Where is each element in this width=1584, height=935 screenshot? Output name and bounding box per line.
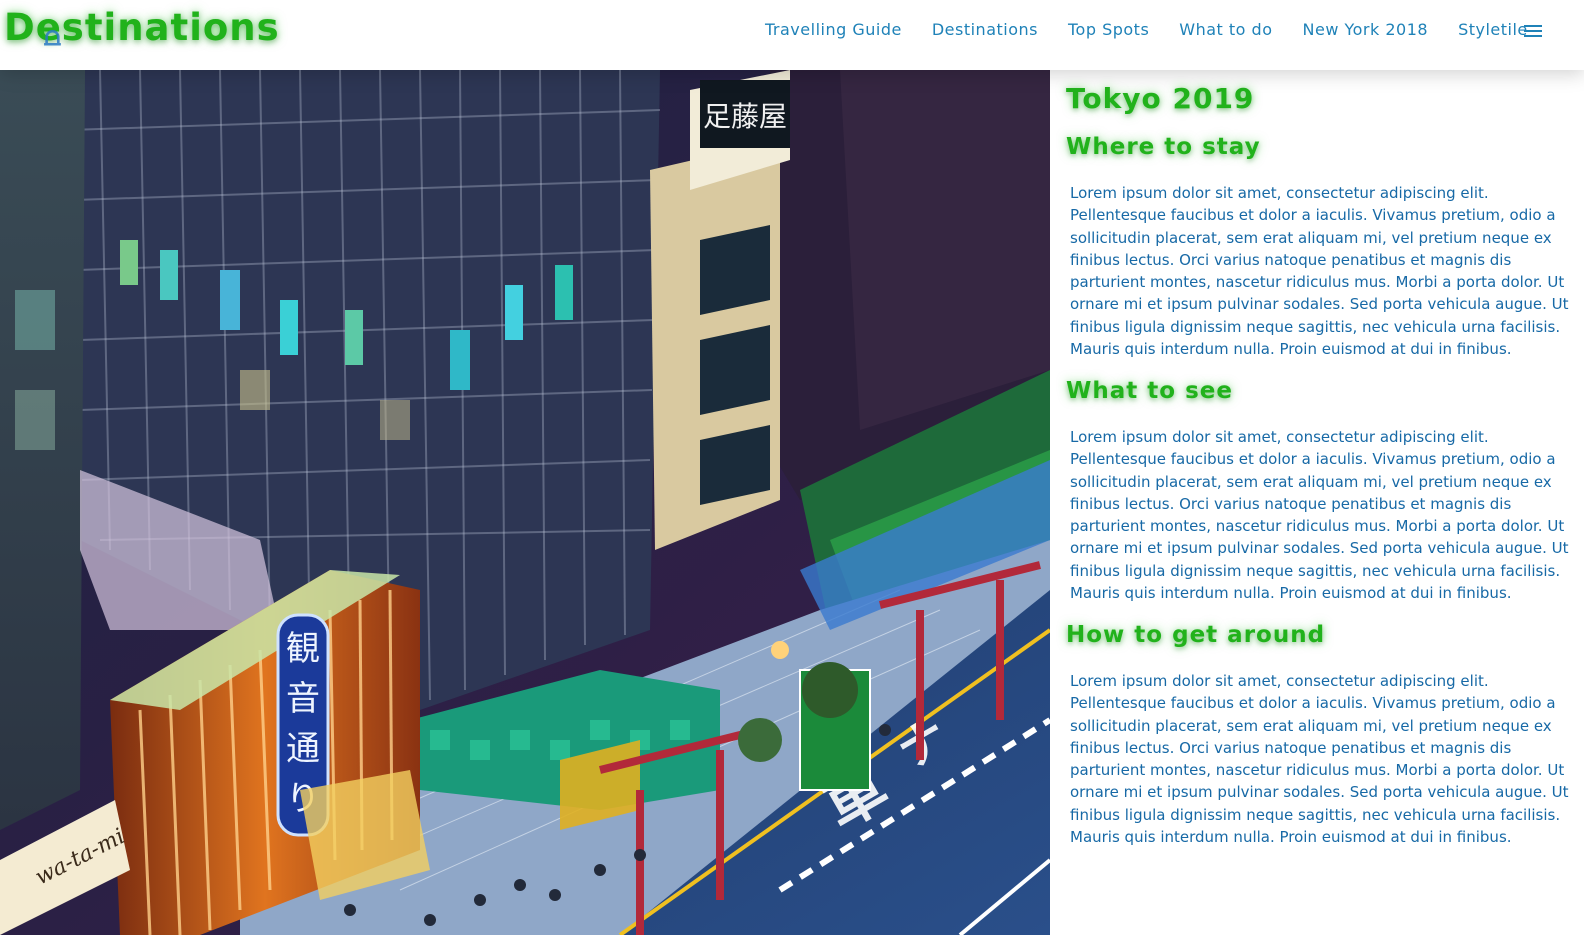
svg-text:足藤屋: 足藤屋	[703, 100, 787, 133]
article-content: Tokyo 2019 Where to stay Lorem ipsum dol…	[1056, 70, 1576, 935]
page-title: Tokyo 2019	[1066, 82, 1255, 115]
site-header: Destinations ⩍ Travelling Guide Destinat…	[0, 0, 1584, 70]
hamburger-menu-icon[interactable]	[1524, 25, 1542, 39]
nav-destinations[interactable]: Destinations	[917, 18, 1053, 42]
section-body-how-to-get-around: Lorem ipsum dolor sit amet, consectetur …	[1070, 672, 1569, 847]
svg-text:観: 観	[286, 629, 320, 669]
section-body-where-to-stay: Lorem ipsum dolor sit amet, consectetur …	[1070, 184, 1569, 359]
brand-mark-icon: ⩍	[44, 22, 61, 52]
nav-top-spots[interactable]: Top Spots	[1053, 18, 1164, 42]
svg-text:通: 通	[286, 729, 320, 769]
svg-text:音: 音	[286, 679, 320, 719]
hero-photo: 車 ナ 観 音 通 wa-ta-mi 足藤屋	[0, 70, 1050, 935]
section-body-what-to-see: Lorem ipsum dolor sit amet, consectetur …	[1070, 428, 1569, 603]
section-heading-how-to-get-around: How to get around	[1066, 622, 1326, 648]
section-heading-where-to-stay: Where to stay	[1066, 134, 1261, 160]
main-nav: Travelling Guide Destinations Top Spots …	[750, 18, 1543, 42]
section-heading-what-to-see: What to see	[1066, 378, 1233, 404]
nav-new-york-2018[interactable]: New York 2018	[1288, 18, 1444, 42]
nav-what-to-do[interactable]: What to do	[1164, 18, 1287, 42]
nav-travelling-guide[interactable]: Travelling Guide	[750, 18, 917, 42]
